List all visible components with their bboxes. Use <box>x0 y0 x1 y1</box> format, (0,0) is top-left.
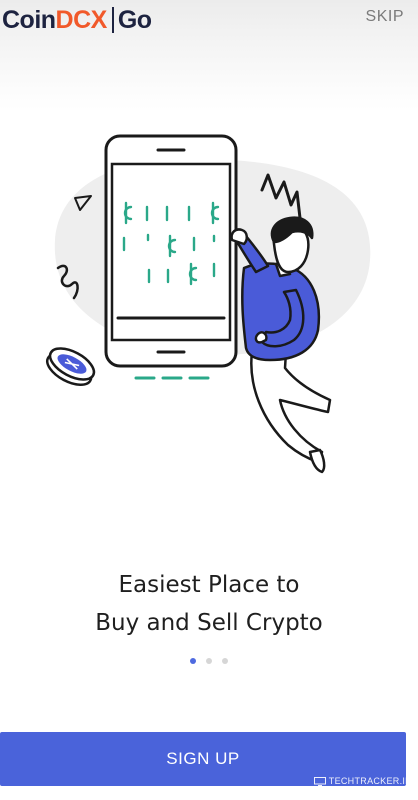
watermark: TECHTRACKER.IN <box>313 776 412 786</box>
logo-text-dcx: DCX <box>55 5 108 34</box>
watermark-text: TECHTRACKER.IN <box>328 776 412 786</box>
logo-text-coin: Coin <box>2 5 56 34</box>
phone-illustration <box>104 134 238 368</box>
header: Coin DCX Go SKIP <box>0 0 418 44</box>
page-dot-2 <box>206 658 212 664</box>
coindcx-go-logo: Coin DCX Go <box>2 4 152 36</box>
page-dot-3 <box>222 658 228 664</box>
logo-divider <box>111 7 114 33</box>
skip-button[interactable]: SKIP <box>366 8 404 26</box>
headline-line-2: Buy and Sell Crypto <box>95 610 323 636</box>
onboarding-illustration <box>46 134 371 474</box>
page-indicator <box>0 658 418 664</box>
monitor-icon <box>313 776 326 786</box>
crypto-coin-icon <box>46 347 96 387</box>
logo-text-go: Go <box>117 5 152 34</box>
page-dot-1-active <box>190 658 196 664</box>
headline-line-1: Easiest Place to <box>118 572 300 598</box>
